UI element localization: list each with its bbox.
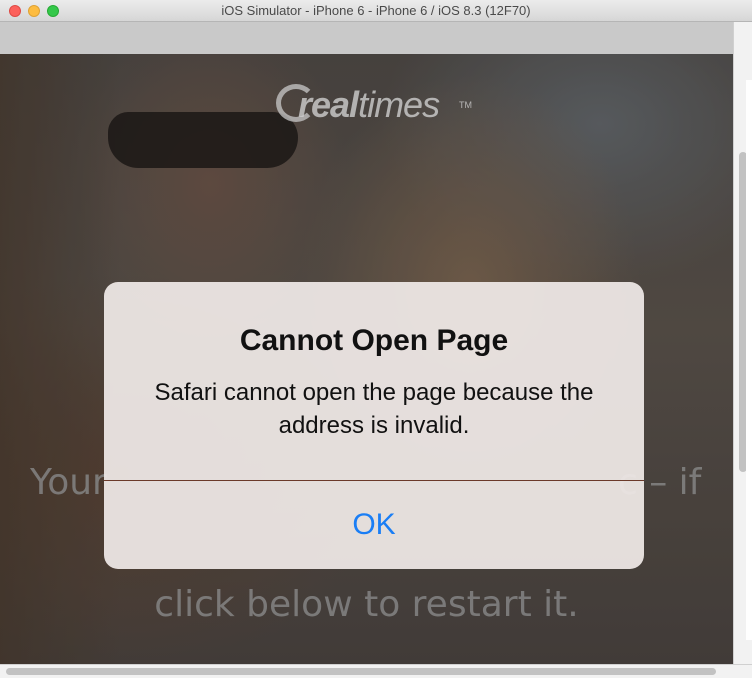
simulator-status-area: [0, 22, 733, 54]
alert-message: Safari cannot open the page because the …: [154, 379, 594, 439]
window-title: iOS Simulator - iPhone 6 - iPhone 6 / iO…: [221, 3, 531, 18]
horizontal-scroll-thumb[interactable]: [6, 668, 716, 675]
horizontal-scrollbar[interactable]: [0, 664, 752, 678]
ok-button[interactable]: OK: [104, 481, 644, 569]
alert-title: Cannot Open Page: [239, 324, 509, 357]
right-edge-strip: [746, 80, 752, 640]
alert-dialog: Cannot Open Page Safari cannot open the …: [104, 282, 644, 569]
window-title-bar: iOS Simulator - iPhone 6 - iPhone 6 / iO…: [0, 0, 752, 22]
